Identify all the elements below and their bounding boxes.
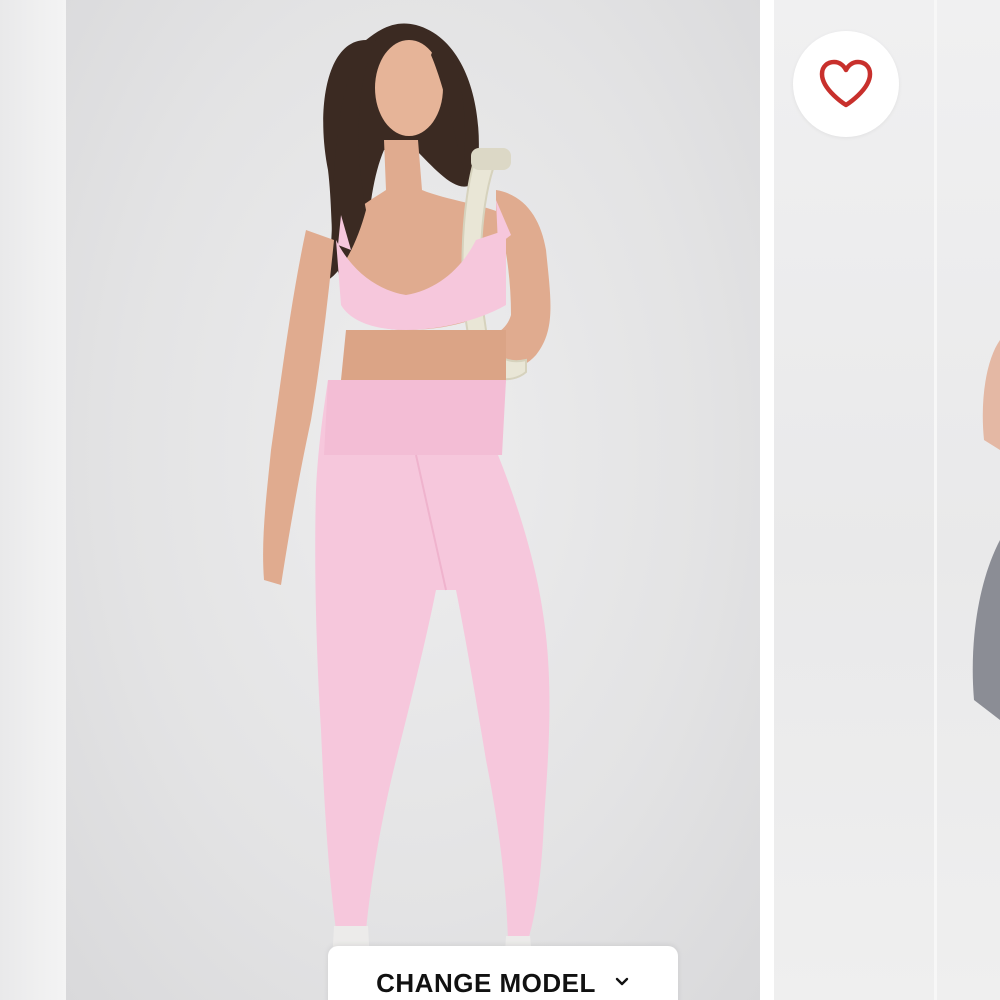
change-model-label: CHANGE MODEL [376, 968, 596, 998]
chevron-down-icon [615, 977, 629, 986]
product-gallery: CHANGE MODEL [0, 0, 1000, 1000]
gallery-gutter [760, 0, 774, 1000]
change-model-button[interactable]: CHANGE MODEL [328, 946, 678, 1000]
heart-icon [819, 59, 873, 108]
favorite-button[interactable] [793, 31, 899, 137]
main-product-image[interactable] [66, 0, 760, 1000]
model-photo [263, 23, 551, 1000]
next-model-sliver [972, 340, 1000, 720]
next-product-image[interactable] [774, 0, 1000, 1000]
previous-image-edge[interactable] [0, 0, 66, 1000]
